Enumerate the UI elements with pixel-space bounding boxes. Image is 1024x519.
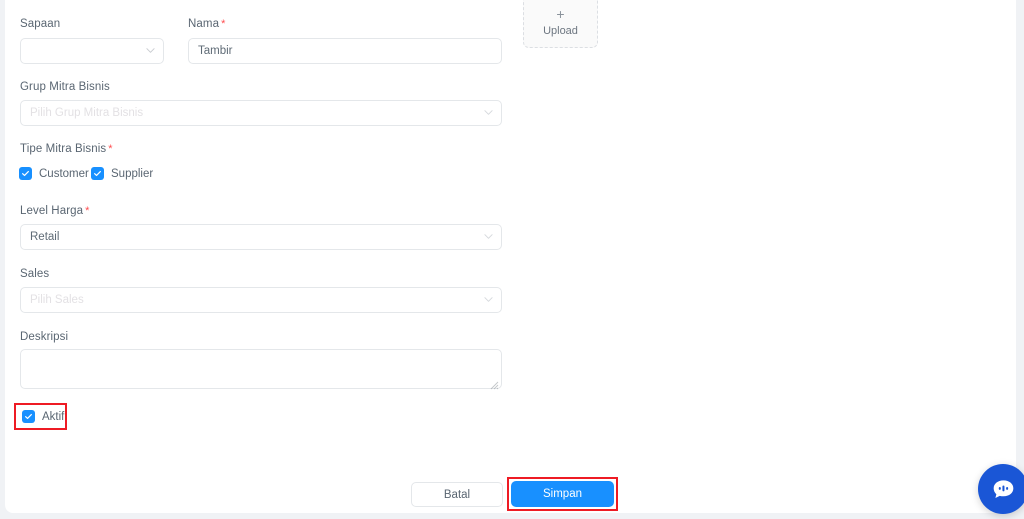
level-harga-required-asterisk: * <box>85 205 90 217</box>
resize-handle-icon[interactable] <box>490 377 499 390</box>
cancel-button-label: Batal <box>443 488 471 501</box>
supplier-checkbox[interactable]: Supplier <box>91 167 153 180</box>
save-button-label: Simpan <box>543 488 582 500</box>
grup-mitra-bisnis-label: Grup Mitra Bisnis <box>20 80 110 94</box>
sales-label-text: Sales <box>20 268 50 280</box>
chat-widget-button[interactable] <box>978 464 1024 514</box>
level-harga-value: Retail <box>30 231 60 243</box>
nama-label-text: Nama <box>188 18 220 30</box>
app-root: Sapaan Nama * Tambir + Upload Grup Mitra … <box>0 0 1024 519</box>
level-harga-select[interactable]: Retail <box>20 224 502 250</box>
upload-dropzone[interactable]: + Upload <box>523 0 598 48</box>
sapaan-label-text: Sapaan <box>20 18 61 30</box>
chevron-down-icon <box>484 232 493 241</box>
chat-bubble-icon <box>990 476 1017 503</box>
supplier-checkbox-label: Supplier <box>111 167 154 180</box>
grup-mitra-bisnis-select[interactable]: Pilih Grup Mitra Bisnis <box>20 100 502 126</box>
nama-value: Tambir <box>198 45 233 57</box>
sales-placeholder: Pilih Sales <box>30 294 84 306</box>
checkbox-checked-icon <box>19 167 32 180</box>
tipe-mitra-bisnis-label-text: Tipe Mitra Bisnis <box>20 143 107 155</box>
cancel-button[interactable]: Batal <box>411 482 503 507</box>
chevron-down-icon <box>484 295 493 304</box>
deskripsi-label: Deskripsi <box>20 330 68 344</box>
deskripsi-label-text: Deskripsi <box>20 331 69 343</box>
grup-mitra-bisnis-label-text: Grup Mitra Bisnis <box>20 81 110 93</box>
nama-label: Nama * <box>188 17 225 31</box>
chevron-down-icon <box>146 46 155 55</box>
chevron-down-icon <box>484 108 493 117</box>
aktif-checkbox-label: Aktif <box>42 410 65 423</box>
sapaan-label: Sapaan <box>20 17 60 31</box>
level-harga-label: Level Harga * <box>20 204 90 218</box>
upload-label: Upload <box>543 25 578 37</box>
plus-icon: + <box>556 6 565 22</box>
sales-label: Sales <box>20 267 49 281</box>
tipe-mitra-bisnis-label: Tipe Mitra Bisnis * <box>20 142 113 156</box>
save-button[interactable]: Simpan <box>511 481 614 507</box>
aktif-checkbox[interactable]: Aktif <box>22 410 64 423</box>
grup-mitra-bisnis-placeholder: Pilih Grup Mitra Bisnis <box>30 107 144 119</box>
form-card <box>5 0 1016 513</box>
customer-checkbox-label: Customer <box>39 167 89 180</box>
level-harga-label-text: Level Harga <box>20 205 84 217</box>
customer-checkbox[interactable]: Customer <box>19 167 89 180</box>
tipe-required-asterisk: * <box>108 143 113 155</box>
nama-input[interactable]: Tambir <box>188 38 502 64</box>
sapaan-select[interactable] <box>20 38 164 64</box>
nama-required-asterisk: * <box>221 18 226 30</box>
checkbox-checked-icon <box>91 167 104 180</box>
deskripsi-textarea[interactable] <box>20 349 502 390</box>
sales-select[interactable]: Pilih Sales <box>20 287 502 313</box>
checkbox-checked-icon <box>22 410 35 423</box>
